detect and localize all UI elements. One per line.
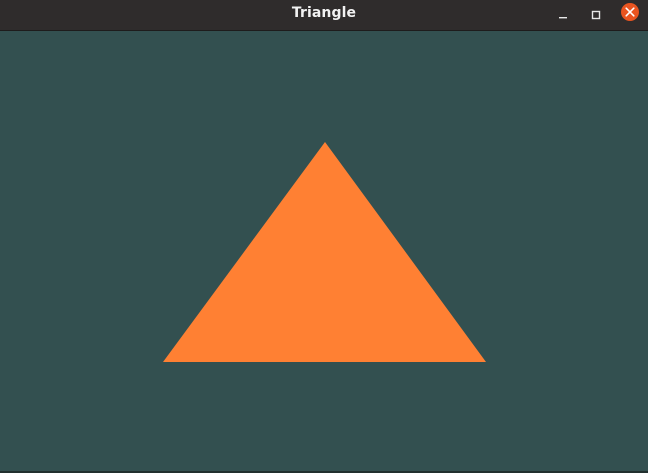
close-icon (621, 3, 639, 21)
maximize-button[interactable] (584, 3, 608, 27)
scene-canvas (163, 142, 486, 362)
minimize-button[interactable] (551, 3, 575, 27)
title-bar[interactable]: Triangle (0, 0, 648, 31)
maximize-icon (591, 10, 601, 20)
app-window: Triangle (0, 0, 648, 473)
minimize-icon (559, 17, 567, 19)
close-button[interactable] (618, 3, 642, 27)
orange-triangle (163, 142, 486, 362)
render-area[interactable] (0, 31, 648, 473)
